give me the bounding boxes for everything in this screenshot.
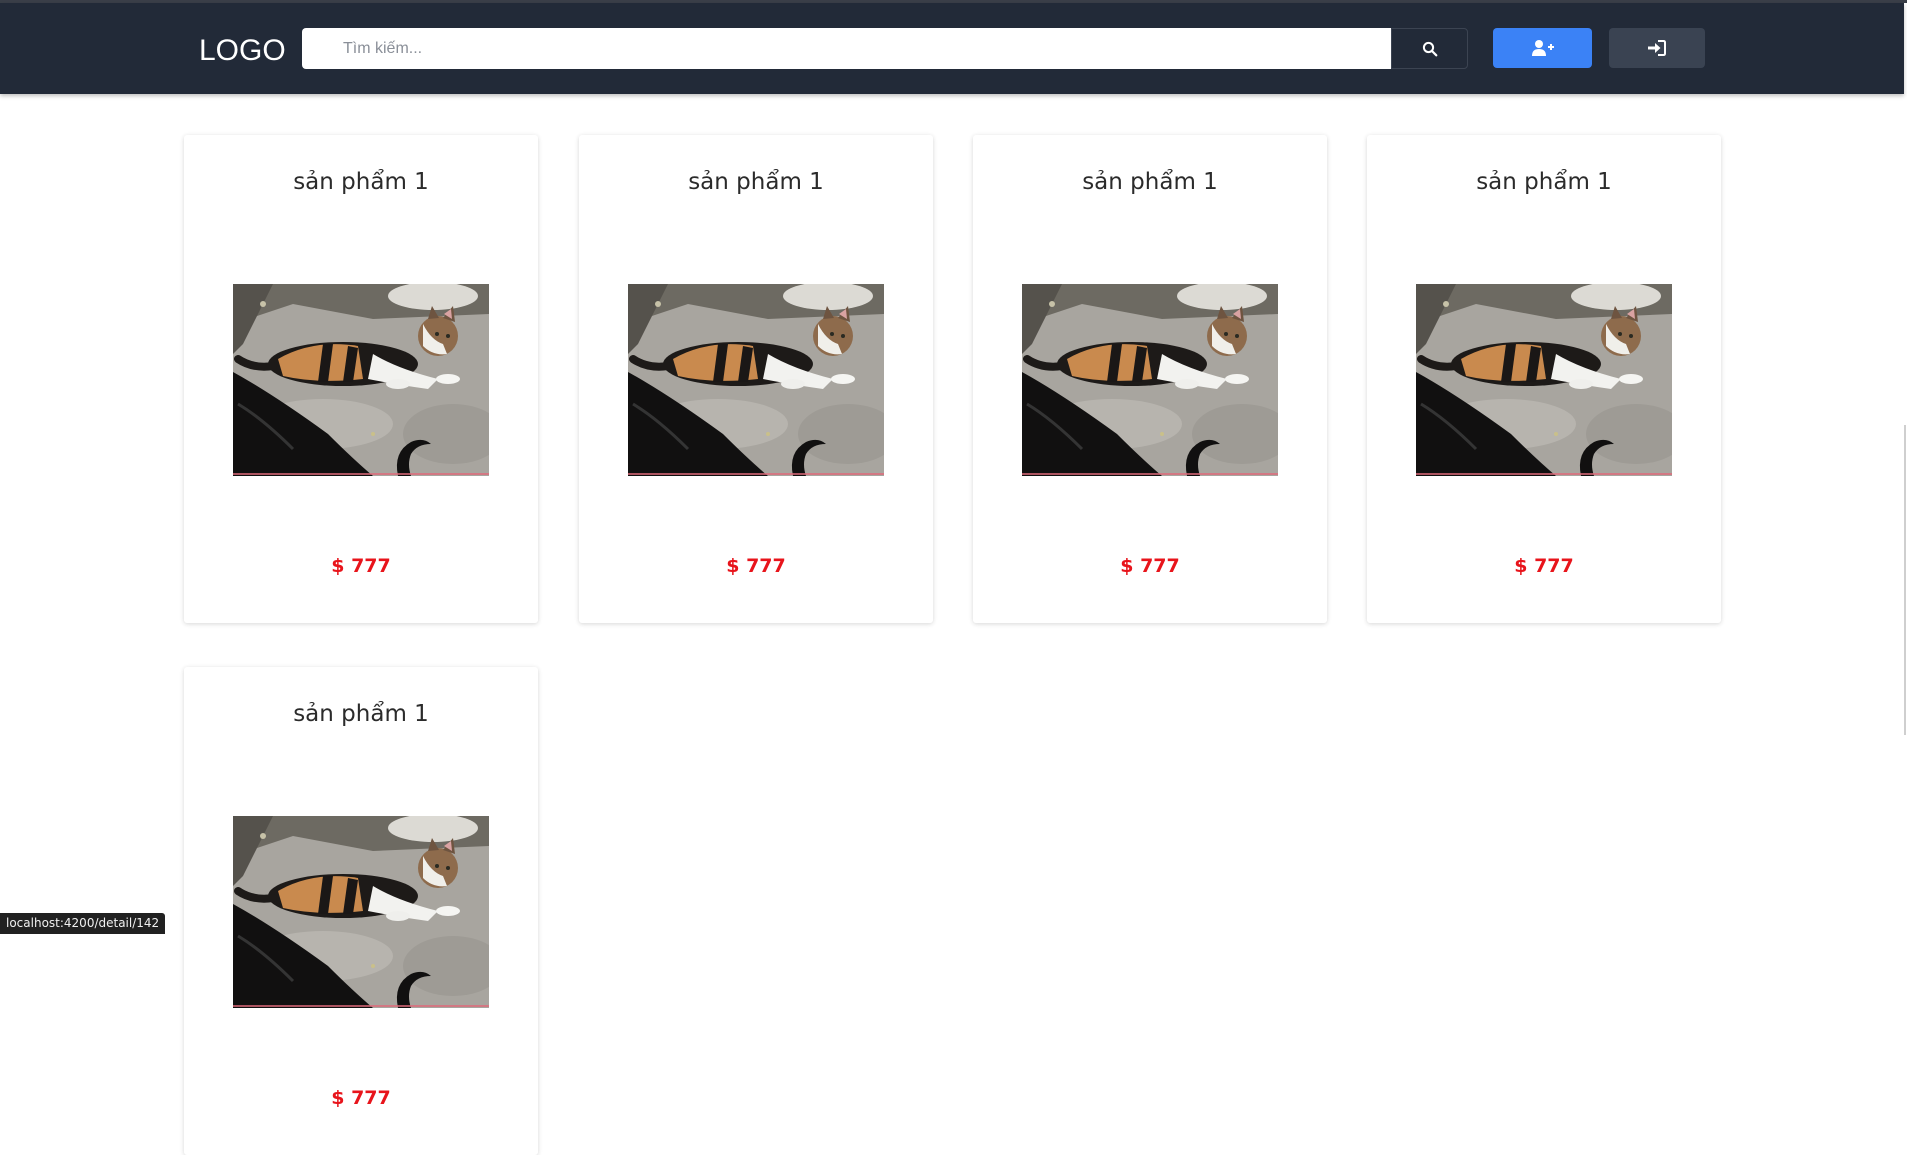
search-input[interactable] bbox=[302, 28, 1391, 69]
product-name: sản phẩm 1 bbox=[1082, 169, 1218, 195]
search-button[interactable] bbox=[1391, 28, 1468, 69]
sign-in-icon bbox=[1648, 40, 1666, 56]
scrollbar[interactable] bbox=[1904, 425, 1906, 735]
product-name: sản phẩm 1 bbox=[688, 169, 824, 195]
product-card[interactable]: sản phẩm 1 $ 777 bbox=[973, 135, 1327, 623]
login-button[interactable] bbox=[1609, 28, 1705, 68]
navbar: LOGO bbox=[0, 3, 1904, 94]
search-icon bbox=[1422, 41, 1437, 56]
logo[interactable]: LOGO bbox=[199, 31, 286, 71]
product-image[interactable] bbox=[1022, 284, 1278, 476]
product-image[interactable] bbox=[233, 816, 489, 1008]
product-price: $ 777 bbox=[331, 555, 391, 577]
product-image[interactable] bbox=[628, 284, 884, 476]
product-image[interactable] bbox=[233, 284, 489, 476]
register-button[interactable] bbox=[1493, 28, 1592, 68]
product-name: sản phẩm 1 bbox=[1476, 169, 1612, 195]
product-price: $ 777 bbox=[1120, 555, 1180, 577]
product-price: $ 777 bbox=[1514, 555, 1574, 577]
product-card[interactable]: sản phẩm 1 $ 777 bbox=[184, 135, 538, 623]
user-plus-icon bbox=[1531, 40, 1554, 56]
product-card[interactable]: sản phẩm 1 $ 777 bbox=[184, 667, 538, 1155]
product-card[interactable]: sản phẩm 1 $ 777 bbox=[579, 135, 933, 623]
product-image[interactable] bbox=[1416, 284, 1672, 476]
product-price: $ 777 bbox=[331, 1087, 391, 1109]
product-card[interactable]: sản phẩm 1 $ 777 bbox=[1367, 135, 1721, 623]
status-bar-url: localhost:4200/detail/142 bbox=[0, 913, 166, 934]
product-name: sản phẩm 1 bbox=[293, 169, 429, 195]
product-name: sản phẩm 1 bbox=[293, 701, 429, 727]
product-price: $ 777 bbox=[726, 555, 786, 577]
